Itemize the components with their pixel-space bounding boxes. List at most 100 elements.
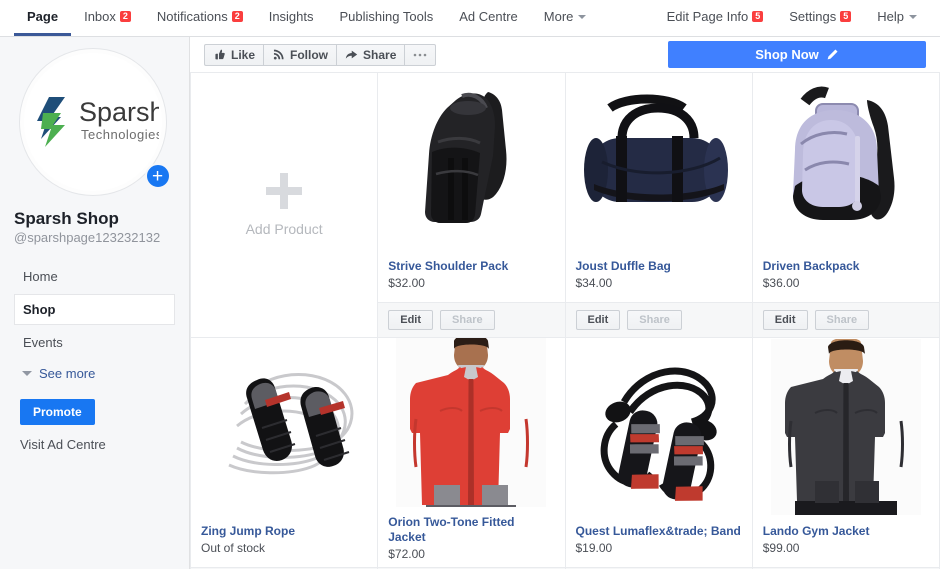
share-button-label: Share [363,47,397,62]
plus-icon [266,173,303,209]
notification-badge: 5 [752,11,764,22]
page-handle: @sparshpage123232132 [14,230,161,245]
sidebar-nav-list: Home Shop Events [14,261,175,358]
nav-item-more[interactable]: More [531,0,600,36]
main-content: Like Follow Share Shop Now Add Product S… [190,37,940,569]
notification-badge: 2 [119,11,131,22]
product-card[interactable]: Quest Lumaflex&trade; Band$19.00EditShar… [565,338,753,569]
product-name[interactable]: Zing Jump Rope [201,524,367,539]
product-actions: Edit Share [378,302,565,337]
sidebar-item-shop[interactable]: Shop [14,294,175,325]
nav-item-label: Settings [789,9,837,24]
share-arrow-icon [345,50,358,59]
chevron-down-icon [22,371,32,376]
product-price: $19.00 [575,541,613,555]
product-image-lavender-backpack[interactable] [752,73,939,251]
product-name[interactable]: Joust Duffle Bag [576,259,742,274]
page-title: Sparsh Shop [14,209,119,228]
sidebar-item-home[interactable]: Home [14,261,175,292]
sparsh-technologies-logo-icon: Sparsh Technologies [36,97,159,147]
product-card[interactable]: Lando Gym Jacket$99.00EditShare [752,338,940,569]
top-nav-left-group: Page Inbox 2 Notifications 2 Insights Publishi… [14,0,599,36]
chevron-down-icon [909,14,917,19]
nav-item-label: Publishing Tools [339,9,434,24]
svg-text:Sparsh: Sparsh [79,97,159,127]
nav-item-publishing-tools[interactable]: Publishing Tools [327,0,447,36]
visit-ad-centre-link[interactable]: Visit Ad Centre [20,437,175,452]
share-product-button[interactable]: Share [627,310,682,330]
like-button[interactable]: Like [204,43,264,66]
product-image-black-resistance-band[interactable] [565,338,752,516]
share-product-button[interactable]: Share [440,310,495,330]
nav-item-page[interactable]: Page [14,0,72,36]
plus-icon: + [151,165,164,187]
product-grid: Add Product Strive Shoulder Pack $32.00 Ed… [190,73,940,569]
more-options-button[interactable] [404,43,437,66]
follow-button[interactable]: Follow [263,43,337,66]
promote-button[interactable]: Promote [20,399,95,425]
product-name[interactable]: Strive Shoulder Pack [388,259,554,274]
product-image-red-fleece-jacket-model[interactable] [378,338,565,507]
product-card[interactable]: Joust Duffle Bag $34.00 Edit Share [565,73,753,338]
follow-button-label: Follow [290,47,329,62]
shop-now-label: Shop Now [755,47,819,62]
nav-item-label: Insights [268,9,314,24]
share-button[interactable]: Share [336,43,405,66]
product-image-black-sling-shoulder-bag[interactable] [378,73,565,251]
product-name[interactable]: Orion Two-Tone Fitted Jacket [388,515,554,545]
edit-product-button[interactable]: Edit [388,310,434,330]
product-card[interactable]: Driven Backpack $36.00 Edit Share [752,73,940,338]
see-more-toggle[interactable]: See more [14,360,175,387]
nav-item-insights[interactable]: Insights [256,0,327,36]
product-image-black-jump-rope[interactable] [191,338,378,516]
edit-product-button[interactable]: Edit [575,310,621,330]
sidebar-item-events[interactable]: Events [14,327,175,358]
nav-item-label: More [543,9,574,24]
product-name[interactable]: Quest Lumaflex&trade; Band [576,524,742,539]
add-product-tile[interactable]: Add Product [191,73,379,338]
product-price: $36.00 [762,276,800,290]
product-image-navy-duffle-bag[interactable] [565,73,752,251]
edit-product-button[interactable]: Edit [762,310,808,330]
pencil-icon [827,49,838,60]
product-price: $34.00 [575,276,613,290]
nav-item-label: Page [27,9,59,24]
product-name[interactable]: Driven Backpack [763,259,929,274]
product-actions: Edit Share [752,302,939,337]
product-card[interactable]: Strive Shoulder Pack $32.00 Edit Share [378,73,566,338]
sidebar: Sparsh Technologies + Sparsh Shop @spars… [0,37,190,569]
shop-now-cta-button[interactable]: Shop Now [668,41,926,68]
product-card[interactable]: Orion Two-Tone Fitted Jacket$72.00EditSh… [378,338,566,569]
more-options-icon [414,53,427,56]
notification-badge: 5 [840,11,852,22]
product-info: Zing Jump Rope Out of stock [191,516,377,567]
product-info: Strive Shoulder Pack $32.00 [378,251,564,302]
product-info: Driven Backpack $36.00 [753,251,939,302]
page-body: Sparsh Technologies + Sparsh Shop @spars… [0,37,940,569]
product-card[interactable]: Zing Jump RopeOut of stockEditShare [191,338,379,569]
product-info: Orion Two-Tone Fitted Jacket $72.00 [378,507,564,567]
svg-text:Technologies: Technologies [81,127,159,142]
share-product-button[interactable]: Share [814,310,870,330]
product-info: Quest Lumaflex&trade; Band $19.00 [566,516,752,567]
nav-item-settings[interactable]: Settings 5 [776,0,864,36]
product-name[interactable]: Lando Gym Jacket [763,524,929,539]
product-price: Out of stock [201,541,266,555]
product-info: Lando Gym Jacket $99.00 [753,516,939,567]
nav-item-label: Edit Page Info [666,9,749,24]
add-profile-photo-button[interactable]: + [144,163,171,189]
nav-item-inbox[interactable]: Inbox 2 [71,0,144,36]
page-profile-picture[interactable]: Sparsh Technologies [19,49,166,195]
product-info: Joust Duffle Bag $34.00 [566,251,752,302]
nav-item-notifications[interactable]: Notifications 2 [144,0,256,36]
product-price: $99.00 [762,541,800,555]
nav-item-help[interactable]: Help [864,0,930,36]
nav-item-label: Inbox [84,9,116,24]
nav-item-label: Notifications [156,9,228,24]
nav-item-label: Help [877,9,904,24]
page-action-bar: Like Follow Share Shop Now [190,37,940,73]
product-price: $32.00 [388,276,425,290]
nav-item-edit-page-info[interactable]: Edit Page Info 5 [654,0,777,36]
product-image-charcoal-gym-jacket-model[interactable] [752,338,939,516]
nav-item-ad-centre[interactable]: Ad Centre [446,0,531,36]
